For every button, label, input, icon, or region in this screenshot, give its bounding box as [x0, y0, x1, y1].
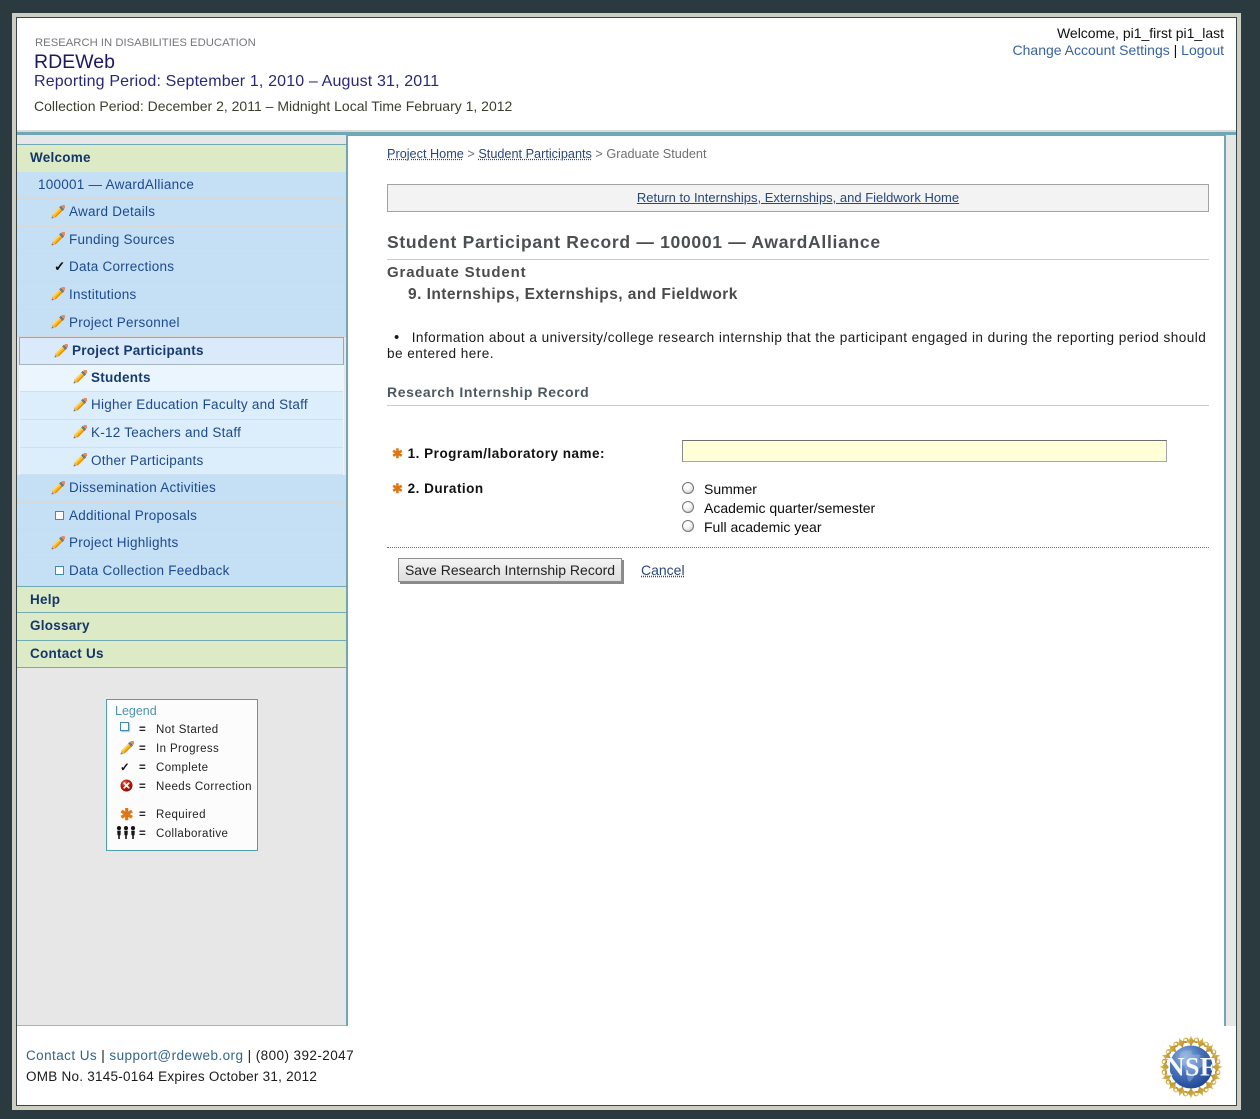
- svg-text:NSF: NSF: [1166, 1053, 1217, 1082]
